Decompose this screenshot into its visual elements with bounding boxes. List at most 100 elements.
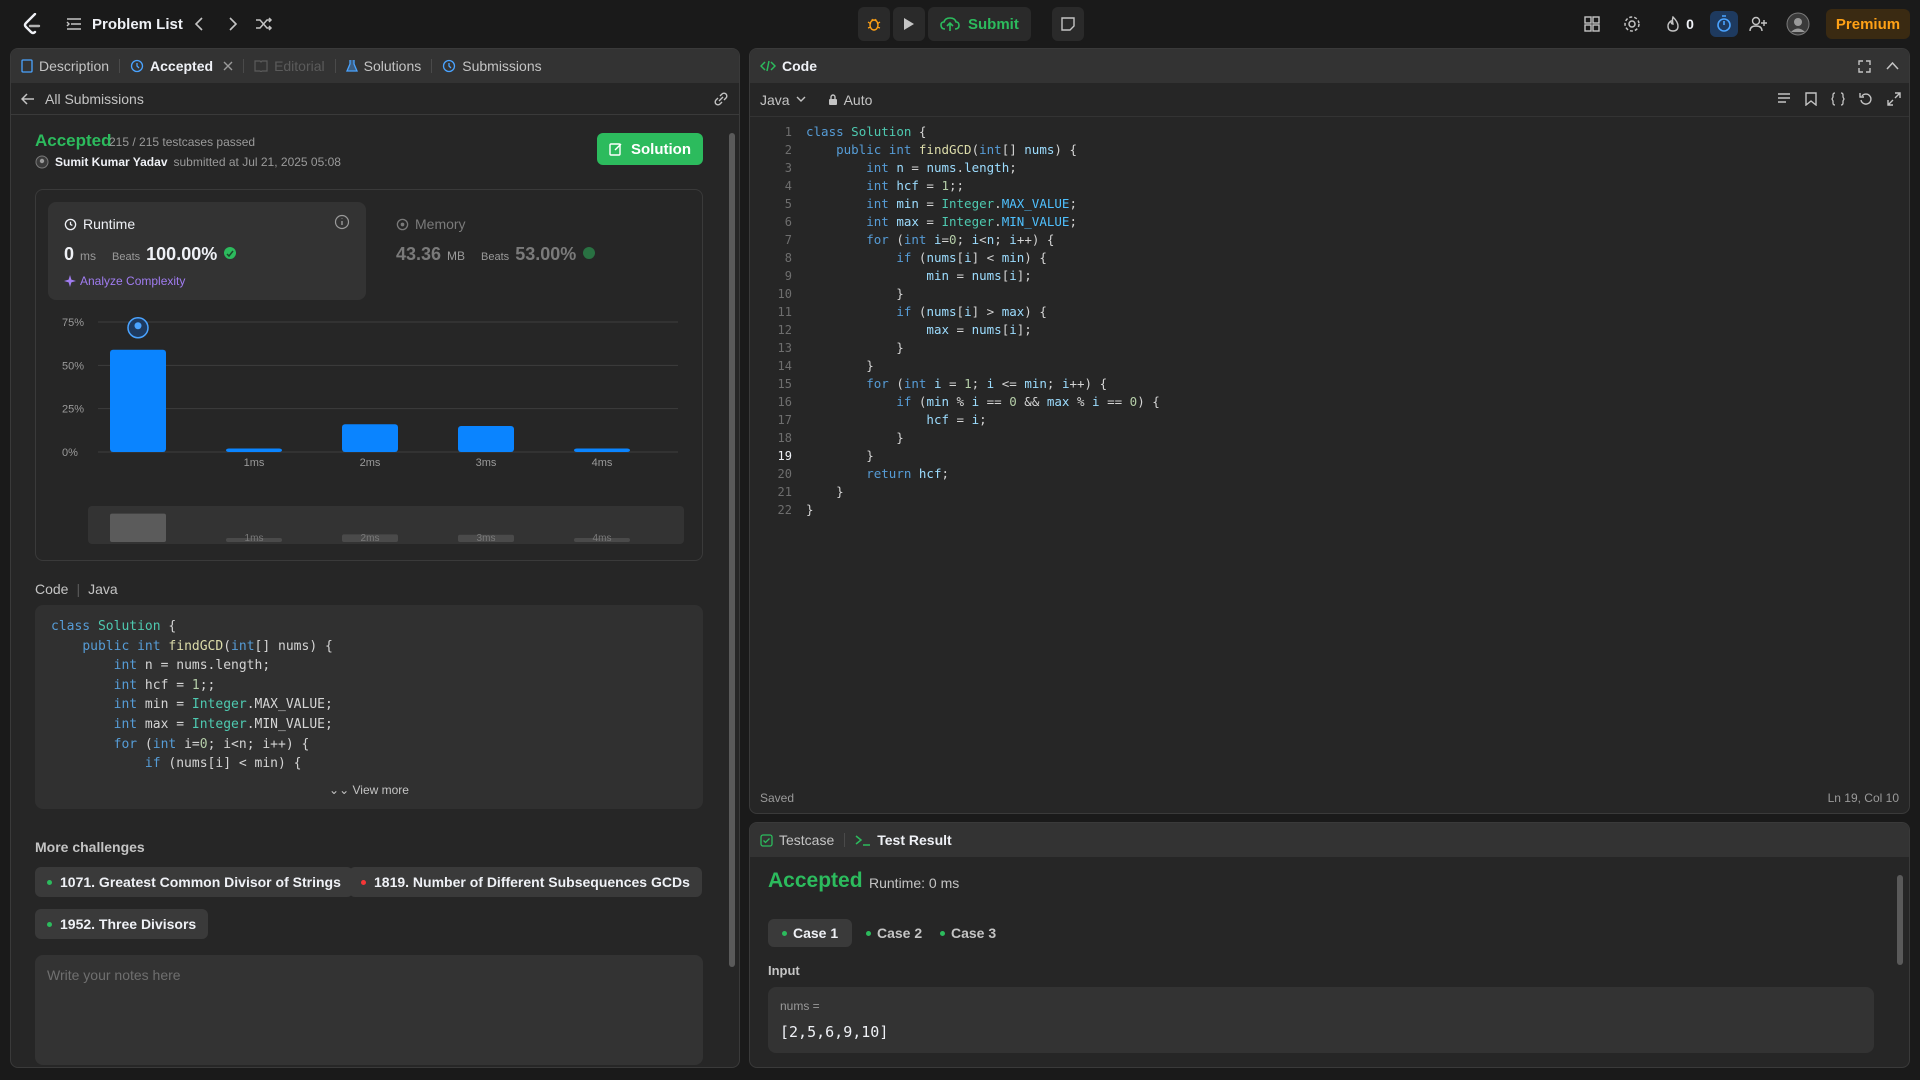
challenge-label: 1819. Number of Different Subsequences G… [374, 874, 690, 890]
tab-solutions[interactable]: Solutions [336, 49, 432, 83]
note-icon [1061, 17, 1075, 31]
analyze-label: Analyze Complexity [80, 274, 186, 288]
debug-button[interactable] [858, 7, 890, 41]
code-label-text: Code [35, 581, 69, 597]
timer-button[interactable] [1710, 11, 1738, 37]
bookmark-icon[interactable] [1805, 92, 1817, 106]
challenge-chip[interactable]: 1071. Greatest Common Divisor of Strings [35, 867, 353, 897]
overview-bar [110, 513, 166, 542]
result-scrollbar[interactable] [1896, 859, 1904, 1065]
tab-editorial[interactable]: Editorial [244, 49, 335, 83]
case-tab-3[interactable]: Case 3 [926, 919, 1010, 947]
code-tab-label: Code [782, 58, 817, 74]
runtime-title-label: Runtime [83, 216, 136, 232]
streak-counter[interactable]: 0 [1658, 12, 1702, 36]
label-separator: | [76, 581, 81, 597]
your-result-marker [127, 316, 149, 339]
tab-test-result[interactable]: Test Result [845, 823, 961, 857]
author-line: Sumit Kumar Yadav submitted at Jul 21, 2… [35, 155, 341, 169]
x-tick-label: 4ms [592, 457, 613, 469]
document-icon [21, 59, 33, 73]
case-status-dot [782, 930, 787, 936]
chart-bar-4ms [574, 448, 630, 452]
post-solution-button[interactable]: Solution [597, 133, 703, 165]
auto-mode[interactable]: Auto [828, 92, 872, 108]
submission-status: Accepted [35, 131, 112, 150]
settings-button[interactable] [1619, 12, 1645, 36]
challenge-label: 1071. Greatest Common Divisor of Strings [60, 874, 341, 890]
notes-button[interactable] [1051, 7, 1084, 41]
runtime-distribution-chart[interactable]: 75% 50% 25% 0% 1ms 2ms 3ms 4ms 1ms 2ms 3ms 4ms [48, 310, 694, 550]
braces-icon[interactable] [1831, 92, 1845, 106]
challenge-chip[interactable]: 1952. Three Divisors [35, 909, 209, 939]
tab-submissions[interactable]: Submissions [432, 49, 551, 83]
close-icon[interactable] [223, 61, 233, 71]
expand-icon[interactable] [1887, 92, 1901, 106]
problem-list-button[interactable]: Problem List [66, 12, 183, 36]
input-value: [2,5,6,9,10] [780, 1023, 889, 1041]
next-problem-button[interactable] [221, 12, 245, 36]
runtime-title: Runtime [64, 216, 135, 232]
code-editor[interactable]: 1 2 3 4 5 6 7 8 9 10 11 12 13 14 15 16 17 18 19 20 21 22 clas… [750, 119, 1909, 769]
chart-bar-1ms [226, 448, 282, 452]
cloud-upload-icon [940, 17, 960, 31]
shuffle-button[interactable] [252, 12, 276, 36]
analyze-complexity-link[interactable]: Analyze Complexity [64, 274, 185, 288]
case-label: Case 3 [951, 925, 997, 941]
submit-button[interactable]: Submit [928, 7, 1031, 41]
checkbox-icon [760, 833, 773, 847]
lock-icon [828, 93, 837, 105]
chevron-up-icon[interactable] [1886, 61, 1899, 71]
code-content[interactable]: class Solution { public int findGCD(int[… [806, 119, 1160, 519]
input-label: Input [768, 963, 800, 978]
avatar[interactable] [1784, 12, 1812, 36]
more-challenges-title: More challenges [35, 839, 145, 855]
submitted-time: submitted at Jul 21, 2025 05:08 [173, 155, 341, 169]
grid-icon [1584, 16, 1600, 32]
leetcode-logo-icon[interactable] [20, 12, 44, 36]
testcase-tab-label: Testcase [779, 832, 835, 848]
challenge-chip[interactable]: 1819. Number of Different Subsequences G… [349, 867, 702, 897]
runtime-beats-label: Beats [112, 251, 141, 263]
arrow-left-icon [21, 92, 34, 105]
code-editor-panel: Code Java Auto 1 2 3 4 5 6 7 8 9 10 11 12 13 14 15 16 17… [749, 48, 1910, 814]
result-status: Accepted [768, 869, 863, 892]
submit-label: Submit [968, 15, 1019, 33]
memory-title-label: Memory [415, 216, 466, 232]
leaf-badge-icon [224, 247, 237, 259]
run-button[interactable] [893, 7, 925, 41]
chevron-right-icon [229, 17, 238, 31]
solution-label: Solution [631, 140, 691, 158]
layout-button[interactable] [1579, 12, 1605, 36]
left-scrollbar[interactable] [729, 133, 735, 967]
prev-problem-button[interactable] [187, 12, 211, 36]
maximize-icon[interactable] [1858, 60, 1871, 73]
premium-button[interactable]: Premium [1826, 9, 1910, 39]
tab-accepted[interactable]: Accepted [120, 49, 243, 83]
chart-bar-3ms [458, 426, 514, 452]
view-more-button[interactable]: ⌄⌄ View more [35, 781, 703, 801]
chart-overview-scrubber[interactable]: 1ms 2ms 3ms 4ms [88, 506, 684, 544]
fire-icon [1667, 16, 1679, 32]
memory-stats: 43.36 MB Beats 53.00% [396, 244, 596, 265]
reset-icon[interactable] [1859, 92, 1873, 106]
notes-input[interactable]: Write your notes here [35, 955, 703, 1065]
tab-testcase[interactable]: Testcase [750, 823, 844, 857]
case-tab-1[interactable]: Case 1 [768, 919, 853, 947]
tab-code[interactable]: Code [750, 49, 827, 83]
history-icon [130, 59, 144, 73]
tab-description[interactable]: Description [11, 49, 119, 83]
list-icon [66, 18, 81, 30]
author-name[interactable]: Sumit Kumar Yadav [55, 155, 168, 169]
history-icon [443, 59, 456, 73]
runtime-card[interactable]: Runtime 0 ms Beats 100.00% Analyze Compl… [48, 202, 366, 300]
info-icon[interactable] [334, 214, 350, 230]
streak-count: 0 [1686, 16, 1694, 32]
case-tab-2[interactable]: Case 2 [852, 919, 936, 947]
format-icon[interactable] [1777, 92, 1791, 106]
link-icon[interactable] [713, 92, 729, 106]
language-select[interactable]: Java [760, 92, 806, 108]
add-friend-button[interactable] [1745, 12, 1771, 36]
memory-card[interactable]: Memory 43.36 MB Beats 53.00% [380, 202, 680, 300]
back-to-submissions[interactable]: All Submissions [11, 83, 739, 115]
